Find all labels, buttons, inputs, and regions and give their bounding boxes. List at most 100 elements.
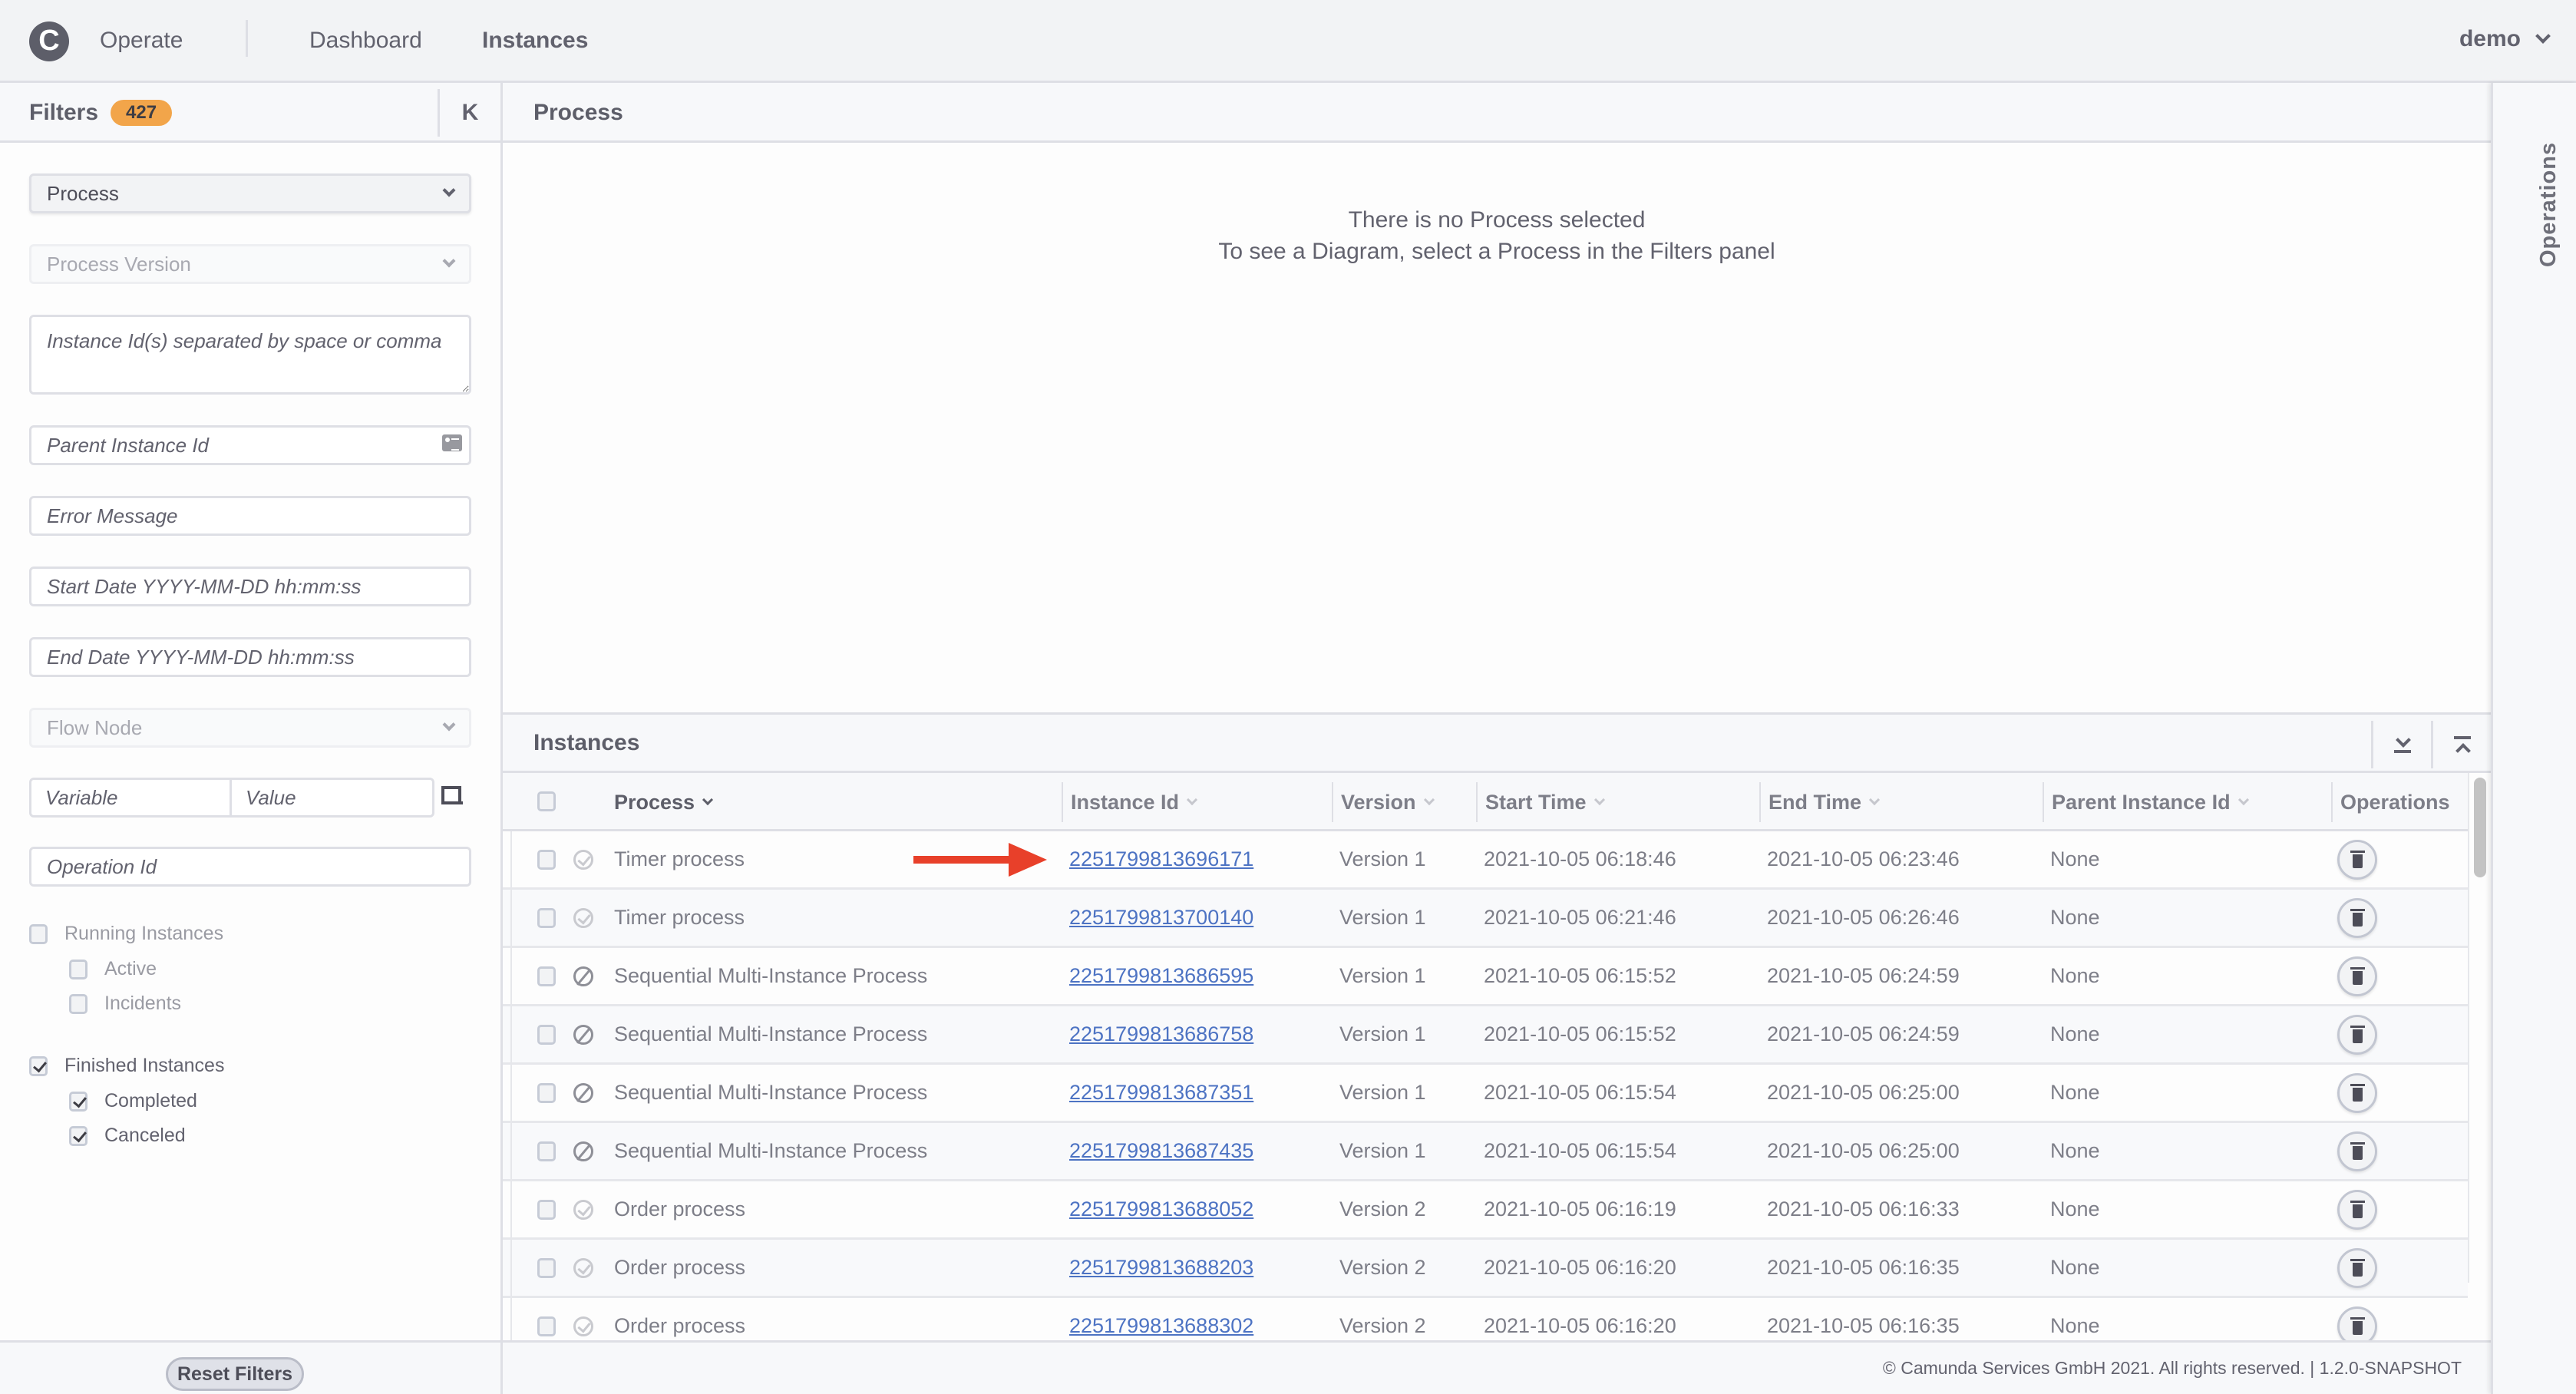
chevron-down-icon [442,718,456,732]
running-instances-checkbox[interactable] [29,923,48,944]
user-name: demo [2459,26,2521,51]
instance-id-link[interactable]: 2251799813687351 [1069,1081,1253,1105]
column-header-version[interactable]: Version [1332,782,1435,822]
row-checkbox[interactable] [537,907,556,928]
table-row: Order process 2251799813688203 Version 2 20… [503,1240,2468,1298]
multiple-variables-icon[interactable] [441,786,463,806]
instance-id-link[interactable]: 2251799813686595 [1069,964,1253,988]
active-checkbox[interactable] [69,959,88,979]
delete-trash-icon[interactable] [2337,1131,2377,1171]
process-name: Timer process [614,847,745,870]
incidents-checkbox-row[interactable]: Incidents [69,993,181,1015]
contact-card-icon[interactable] [442,434,462,451]
completed-checkbox-row[interactable]: Completed [69,1090,197,1112]
select-all-checkbox[interactable] [537,791,556,811]
column-header-start-time[interactable]: Start Time [1476,782,1605,822]
delete-trash-icon[interactable] [2337,1014,2377,1055]
sort-chevron-icon [702,794,714,806]
instance-ids-field[interactable] [29,315,471,395]
finished-instances-checkbox[interactable] [29,1055,48,1076]
canceled-checkbox-row[interactable]: Canceled [69,1125,186,1147]
instance-id-link[interactable]: 2251799813696171 [1069,847,1253,871]
row-checkbox[interactable] [537,966,556,986]
version: Version 1 [1339,1022,1426,1046]
process-version-select[interactable]: Process Version [29,244,471,284]
row-checkbox[interactable] [537,1141,556,1161]
row-checkbox[interactable] [537,1257,556,1278]
row-checkbox[interactable] [537,1024,556,1045]
finished-instances-label: Finished Instances [64,1055,225,1076]
row-checkbox[interactable] [537,1199,556,1220]
start-time: 2021-10-05 06:15:54 [1484,1139,1676,1162]
running-instances-checkbox-row[interactable]: Running Instances [29,923,223,945]
user-menu[interactable]: demo [2459,26,2551,52]
end-date-field[interactable] [29,637,471,677]
table-row: Sequential Multi-Instance Process 2251799… [503,1123,2468,1181]
column-header-instance-id[interactable]: Instance Id [1062,782,1198,822]
process-name: Timer process [614,906,745,929]
table-body: Timer process 2251799813696171 Version 1 20… [503,831,2468,1356]
start-time: 2021-10-05 06:15:54 [1484,1081,1676,1104]
delete-trash-icon[interactable] [2337,956,2377,996]
variable-value-field[interactable] [232,780,432,815]
column-header-parent-instance-id[interactable]: Parent Instance Id [2043,782,2249,822]
collapse-panel-button[interactable] [2431,721,2491,768]
instance-id-cell: 2251799813686595 [1069,948,1253,1004]
completed-state-icon [573,1316,593,1336]
delete-trash-icon[interactable] [2337,839,2377,880]
canceled-checkbox[interactable] [69,1125,88,1146]
instance-id-link[interactable]: 2251799813686758 [1069,1022,1253,1046]
column-header-end-time[interactable]: End Time [1759,782,1881,822]
instance-id-link[interactable]: 2251799813687435 [1069,1139,1253,1163]
delete-trash-icon[interactable] [2337,897,2377,938]
operation-id-field[interactable] [29,847,471,887]
end-time: 2021-10-05 06:16:33 [1767,1197,1960,1221]
app-name[interactable]: Operate [100,28,183,54]
footer: © Camunda Services GmbH 2021. All rights… [503,1340,2491,1394]
copyright-text: © Camunda Services GmbH 2021. All rights… [1882,1358,2462,1378]
instance-id-link[interactable]: 2251799813688203 [1069,1256,1253,1280]
completed-checkbox[interactable] [69,1091,88,1112]
instance-id-link[interactable]: 2251799813700140 [1069,906,1253,930]
parent-instance-id: None [2050,1256,2100,1279]
collapse-filters-button[interactable]: K [438,89,500,137]
start-date-field[interactable] [29,567,471,606]
nav-dashboard[interactable]: Dashboard [309,28,422,54]
table-scrollbar[interactable] [2468,773,2489,1283]
filters-header: Filters 427 K [0,83,500,143]
scrollbar-thumb[interactable] [2474,778,2486,877]
expand-panel-button[interactable] [2371,721,2431,768]
instance-id-link[interactable]: 2251799813688052 [1069,1197,1253,1221]
instances-table: Process Instance Id Version Start Time E… [503,773,2468,1356]
finished-instances-checkbox-row[interactable]: Finished Instances [29,1055,224,1077]
operations-sidebar-label: Operations [2536,141,2561,267]
error-message-field[interactable] [29,496,471,536]
arrow-shaft [913,856,1013,864]
delete-trash-icon[interactable] [2337,1189,2377,1230]
active-checkbox-row[interactable]: Active [69,958,157,980]
end-time: 2021-10-05 06:16:35 [1767,1256,1960,1279]
row-checkbox[interactable] [537,1082,556,1103]
parent-instance-id-field[interactable] [29,425,471,465]
instance-id-link[interactable]: 2251799813688302 [1069,1314,1253,1338]
nav-instances[interactable]: Instances [482,28,588,54]
column-label: Parent Instance Id [2052,790,2231,814]
camunda-logo-icon[interactable]: C [29,21,69,61]
operations-cell [2337,948,2377,1004]
variable-name-field[interactable] [31,780,232,815]
version: Version 1 [1339,964,1426,987]
process-panel-header: Process [503,83,2491,143]
end-time: 2021-10-05 06:25:00 [1767,1081,1960,1104]
operations-sidebar[interactable]: Operations [2491,83,2576,1394]
row-checkbox[interactable] [537,849,556,870]
incidents-checkbox[interactable] [69,993,88,1014]
process-name: Sequential Multi-Instance Process [614,1022,928,1046]
process-select[interactable]: Process [29,173,471,213]
row-checkbox[interactable] [537,1316,556,1336]
process-name: Sequential Multi-Instance Process [614,1139,928,1162]
flow-node-select[interactable]: Flow Node [29,708,471,748]
delete-trash-icon[interactable] [2337,1247,2377,1288]
delete-trash-icon[interactable] [2337,1072,2377,1113]
reset-filters-button[interactable]: Reset Filters [166,1357,304,1391]
column-header-process[interactable]: Process [614,782,714,822]
